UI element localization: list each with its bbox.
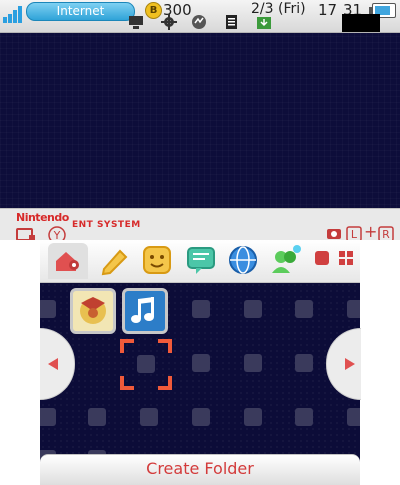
pokemon-art-icon bbox=[80, 297, 106, 324]
play-coin-icon: B bbox=[145, 2, 162, 19]
empty-slot[interactable] bbox=[88, 408, 106, 426]
mii-face-icon[interactable] bbox=[140, 243, 174, 277]
arrow-right-icon bbox=[345, 358, 355, 370]
miiverse-icon[interactable] bbox=[268, 243, 302, 277]
empty-slot[interactable] bbox=[347, 408, 360, 426]
clock-hours: 17 bbox=[318, 1, 338, 19]
empty-slot[interactable] bbox=[295, 408, 313, 426]
record-icon[interactable] bbox=[312, 248, 332, 268]
empty-slot[interactable] bbox=[347, 300, 360, 318]
empty-slot[interactable] bbox=[244, 354, 262, 372]
empty-slot[interactable] bbox=[295, 300, 313, 318]
empty-slot[interactable] bbox=[192, 408, 210, 426]
camera-icon[interactable] bbox=[16, 226, 38, 241]
streetpass-icon bbox=[192, 15, 206, 29]
top-footer-bar: Nintendo ENT SYSTEM Y L + R bbox=[0, 208, 400, 244]
signal-icon bbox=[3, 6, 22, 23]
system-label: ENT SYSTEM bbox=[72, 220, 141, 230]
screenshot-camera-icon[interactable] bbox=[326, 226, 342, 240]
pokemon-app-icon[interactable] bbox=[70, 288, 116, 334]
empty-slot[interactable] bbox=[40, 408, 56, 426]
monitor-icon bbox=[129, 16, 143, 29]
bottom-left-margin bbox=[0, 240, 40, 482]
notifications-icon[interactable] bbox=[184, 243, 218, 277]
bottom-right-margin bbox=[360, 240, 400, 482]
internet-status-pill: Internet bbox=[26, 2, 135, 21]
pencil-icon[interactable] bbox=[98, 243, 132, 277]
empty-slot[interactable] bbox=[140, 408, 158, 426]
plus-separator: + bbox=[364, 222, 378, 241]
status-bar: Internet B 300 2/3 (Fri) 17 31 bbox=[0, 0, 400, 33]
empty-slot[interactable] bbox=[192, 300, 210, 318]
internet-browser-icon[interactable] bbox=[226, 243, 260, 277]
screen-artifact bbox=[342, 14, 380, 32]
home-toolbar bbox=[40, 240, 360, 283]
gear-icon bbox=[161, 14, 177, 30]
empty-slot[interactable] bbox=[40, 300, 56, 318]
music-app-icon[interactable] bbox=[122, 288, 168, 334]
date-display: 2/3 (Fri) bbox=[251, 1, 306, 17]
music-note-icon bbox=[131, 297, 154, 323]
nintendo-logo: Nintendo bbox=[16, 211, 69, 224]
empty-slot[interactable] bbox=[192, 354, 210, 372]
empty-slot[interactable] bbox=[244, 408, 262, 426]
create-folder-button[interactable]: Create Folder bbox=[40, 454, 360, 485]
document-icon bbox=[226, 15, 237, 29]
empty-slot[interactable] bbox=[244, 300, 262, 318]
top-screen: Internet B 300 2/3 (Fri) 17 31 Nintendo bbox=[0, 0, 400, 244]
selection-cursor bbox=[120, 339, 172, 390]
arrow-left-icon bbox=[48, 358, 58, 370]
settings-icon bbox=[56, 252, 79, 271]
settings-button[interactable] bbox=[48, 243, 88, 279]
empty-slot[interactable] bbox=[295, 354, 313, 372]
grid-view-icon[interactable] bbox=[336, 248, 356, 268]
